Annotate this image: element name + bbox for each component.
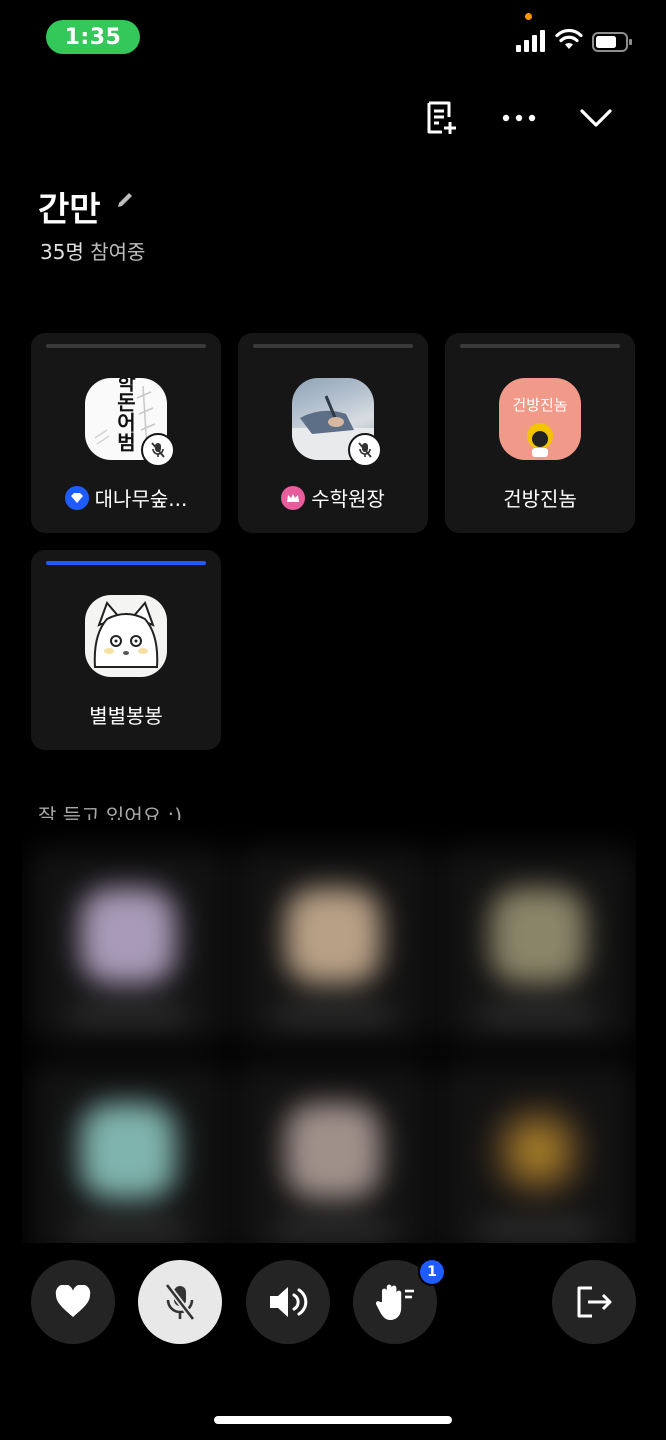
speaker-card[interactable]: 별별봉봉 — [31, 550, 221, 750]
speaker-name-row: 수학원장 — [238, 483, 428, 512]
avatar — [285, 888, 381, 984]
home-indicator[interactable] — [214, 1416, 452, 1424]
listener-card[interactable] — [440, 848, 636, 1043]
speaking-level-bar — [46, 344, 206, 348]
avatar: 건방진놈 — [499, 378, 581, 460]
speaker-name: 별별봉봉 — [89, 704, 163, 728]
muted-mic-icon — [141, 433, 175, 467]
participant-count-value: 35명 — [40, 240, 84, 264]
listener-card[interactable] — [30, 1063, 226, 1243]
notes-add-icon[interactable] — [422, 98, 462, 138]
listener-name-placeholder — [275, 1008, 391, 1022]
leave-room-button[interactable] — [552, 1260, 636, 1344]
battery-icon — [592, 32, 632, 52]
volume-icon — [270, 1287, 308, 1317]
signal-icon — [516, 30, 545, 52]
speaking-level-bar — [46, 561, 206, 565]
speaker-name: 건방진놈 — [503, 487, 577, 511]
more-options-icon[interactable] — [499, 98, 539, 138]
listeners-section-label: 잘 듣고 있어요 :) — [38, 804, 183, 820]
listeners-grid-blurred — [22, 818, 636, 1243]
speaker-name: 대나무숲... — [94, 487, 188, 511]
speaker-name-row: 별별봉봉 — [31, 700, 221, 729]
raise-hand-count-badge: 1 — [418, 1258, 446, 1286]
speaker-name: 수학원장 — [311, 487, 385, 511]
mic-in-use-indicator — [525, 13, 532, 20]
muted-mic-icon — [348, 433, 382, 467]
avatar — [80, 1103, 176, 1199]
collapse-chevron-icon[interactable] — [576, 98, 616, 138]
participant-count-suffix: 참여중 — [90, 240, 146, 264]
listener-name-placeholder — [480, 1223, 596, 1237]
like-button[interactable] — [31, 1260, 115, 1344]
status-time: 1:35 — [46, 20, 140, 54]
room-title: 간만 — [38, 190, 101, 230]
mic-toggle-button[interactable] — [138, 1260, 222, 1344]
avatar — [490, 1103, 586, 1199]
speaking-level-bar — [253, 344, 413, 348]
avatar — [490, 888, 586, 984]
exit-icon — [577, 1286, 612, 1318]
avatar — [285, 1103, 381, 1199]
heart-icon — [55, 1285, 91, 1317]
listener-card[interactable] — [440, 1063, 636, 1243]
speaker-volume-button[interactable] — [246, 1260, 330, 1344]
speaker-card[interactable]: 건방진놈 건방진놈 — [445, 333, 635, 533]
speaker-name-row: 건방진놈 — [445, 483, 635, 512]
wifi-icon — [555, 29, 583, 49]
raise-hand-icon — [375, 1284, 414, 1320]
avatar-calligraphy-1: 학돈어범 — [113, 378, 137, 452]
avatar — [80, 888, 176, 984]
avatar-text: 건방진놈 — [512, 396, 567, 414]
mic-off-icon — [164, 1283, 196, 1321]
crown-icon — [281, 485, 306, 510]
speaker-name-row: 대나무숲... — [31, 483, 221, 512]
listener-name-placeholder — [480, 1008, 596, 1022]
edit-title-icon[interactable] — [115, 190, 135, 210]
listener-name-placeholder — [275, 1223, 391, 1237]
listener-card[interactable] — [235, 848, 431, 1043]
speaker-card[interactable]: 학돈어범 대나무숲... — [31, 333, 221, 533]
listener-card[interactable] — [30, 848, 226, 1043]
avatar — [85, 595, 167, 677]
participant-count: 35명 참여중 — [40, 236, 145, 265]
listener-card[interactable] — [235, 1063, 431, 1243]
speaker-card[interactable]: 수학원장 — [238, 333, 428, 533]
speaking-level-bar — [460, 344, 620, 348]
listener-name-placeholder — [70, 1008, 186, 1022]
host-diamond-icon — [64, 485, 89, 510]
listener-name-placeholder — [70, 1223, 186, 1237]
